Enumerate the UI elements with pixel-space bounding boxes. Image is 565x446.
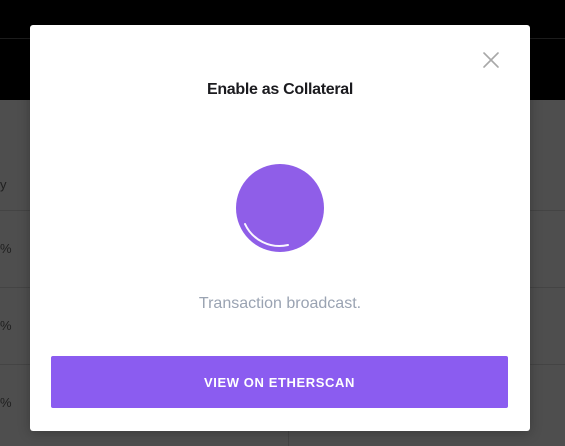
status-message: Transaction broadcast. xyxy=(198,295,362,312)
background-row-text: % xyxy=(0,241,12,256)
modal-title: Enable as Collateral xyxy=(206,81,354,98)
spinner-container xyxy=(236,164,324,252)
collateral-modal: Enable as Collateral Transaction broadca… xyxy=(30,25,530,431)
background-column-divider xyxy=(288,430,289,446)
background-row-text: % xyxy=(0,395,12,410)
background-row-text: y xyxy=(0,177,7,192)
close-icon xyxy=(483,52,499,68)
close-button[interactable] xyxy=(480,49,502,71)
background-row-text: % xyxy=(0,318,12,333)
loading-spinner-icon xyxy=(236,164,324,252)
view-on-etherscan-button[interactable]: VIEW ON ETHERSCAN xyxy=(51,356,508,408)
